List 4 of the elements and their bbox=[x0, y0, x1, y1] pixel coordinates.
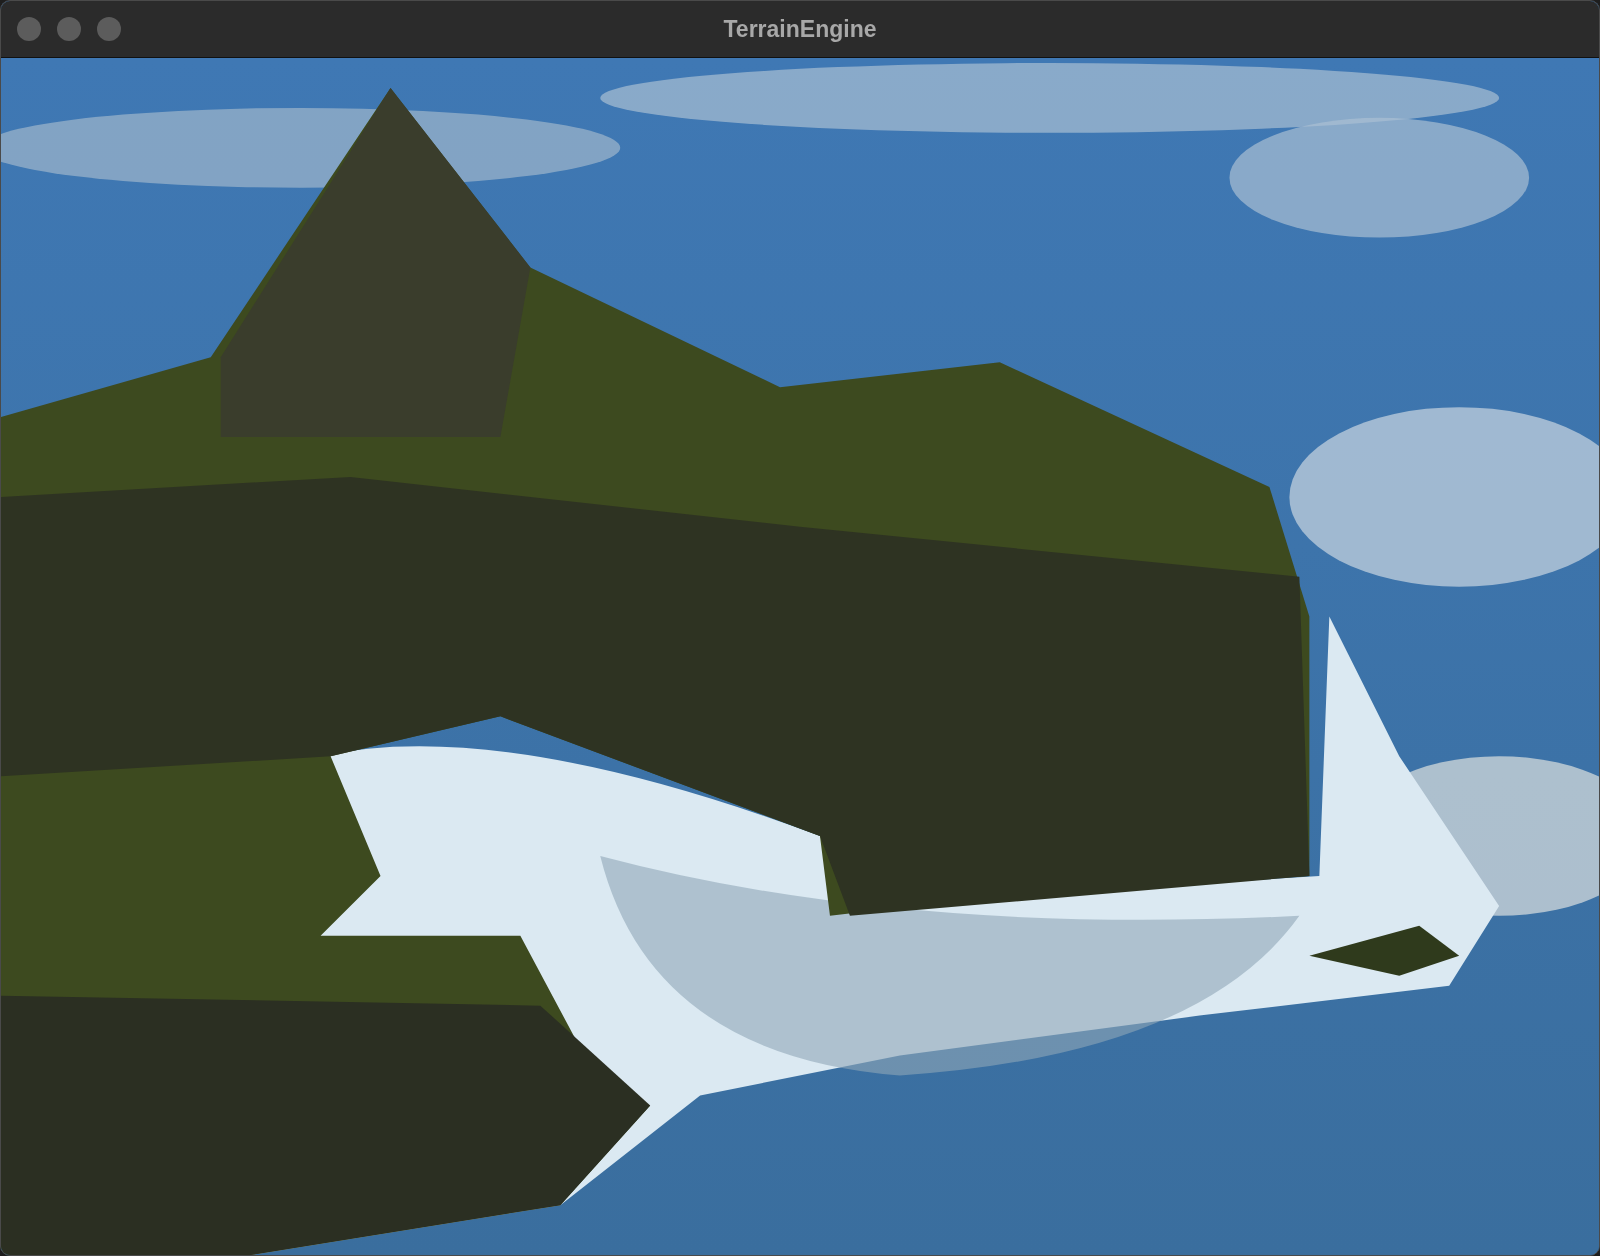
window-title: TerrainEngine bbox=[723, 15, 877, 43]
minimize-button[interactable] bbox=[57, 17, 81, 41]
zoom-button[interactable] bbox=[97, 17, 121, 41]
close-button[interactable] bbox=[17, 17, 41, 41]
